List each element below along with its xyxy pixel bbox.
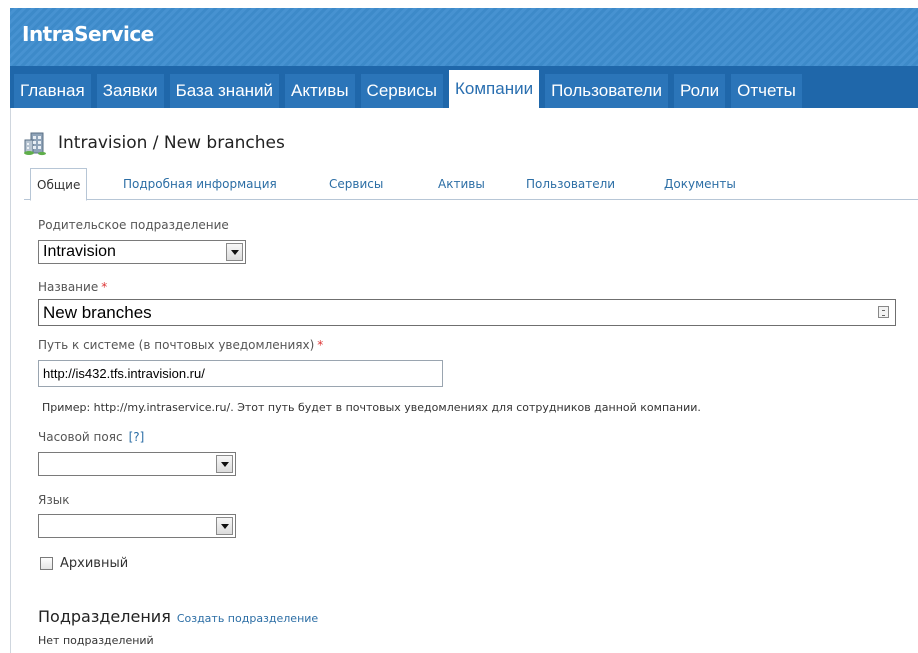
nav-tab-companies[interactable]: Компании: [448, 70, 540, 108]
timezone-label-row: Часовой пояс [?]: [38, 430, 144, 444]
language-select[interactable]: [38, 514, 236, 538]
main-nav: Главная Заявки База знаний Активы Сервис…: [10, 66, 918, 108]
building-icon: [24, 132, 46, 156]
required-mark: *: [101, 280, 108, 294]
archived-label[interactable]: Архивный: [60, 556, 128, 571]
subtab-details[interactable]: Подробная информация: [123, 168, 277, 200]
subdivisions-empty: Нет подразделений: [38, 634, 154, 647]
path-input[interactable]: http://is432.tfs.intravision.ru/: [38, 360, 443, 387]
timezone-label: Часовой пояс: [38, 430, 123, 444]
parent-select[interactable]: Intravision: [38, 240, 246, 264]
app-title[interactable]: IntraService: [22, 22, 154, 46]
nav-tab-assets[interactable]: Активы: [285, 74, 355, 108]
nav-tab-roles[interactable]: Роли: [674, 74, 726, 108]
parent-select-value: Intravision: [43, 243, 116, 260]
path-label: Путь к системе (в почтовых уведомлениях): [38, 338, 315, 352]
name-label-row: Название *: [38, 280, 107, 294]
chevron-down-icon[interactable]: [216, 517, 233, 535]
content-border: [10, 108, 11, 653]
nav-tab-home[interactable]: Главная: [14, 74, 91, 108]
nav-tab-requests[interactable]: Заявки: [96, 74, 164, 108]
nav-tab-users[interactable]: Пользователи: [545, 74, 669, 108]
name-input[interactable]: New branches: [38, 299, 896, 326]
name-label: Название: [38, 280, 99, 294]
chevron-down-icon[interactable]: [226, 243, 243, 261]
archived-checkbox[interactable]: [40, 557, 53, 570]
nav-tab-knowledge-base[interactable]: База знаний: [169, 74, 280, 108]
page-header: Intravision / New branches: [22, 130, 285, 156]
chevron-down-icon[interactable]: [216, 455, 233, 473]
subtab-assets[interactable]: Активы: [438, 168, 485, 200]
required-mark: *: [317, 338, 324, 352]
path-hint: Пример: http://my.intraservice.ru/. Этот…: [42, 401, 701, 414]
subtab-services[interactable]: Сервисы: [329, 168, 383, 200]
subtab-general[interactable]: Общие: [30, 168, 88, 201]
parent-label: Родительское подразделение: [38, 218, 229, 232]
create-subdivision-link[interactable]: Создать подразделение: [177, 612, 318, 625]
subtabs-bar: Общие Подробная информация Сервисы Актив…: [24, 168, 918, 201]
app-header: IntraService: [10, 8, 918, 66]
name-input-value: New branches: [43, 302, 152, 322]
path-input-value: http://is432.tfs.intravision.ru/: [43, 366, 205, 381]
nav-tab-reports[interactable]: Отчеты: [731, 74, 802, 108]
subtab-users[interactable]: Пользователи: [526, 168, 615, 200]
page-title: Intravision / New branches: [58, 133, 285, 153]
path-label-row: Путь к системе (в почтовых уведомлениях)…: [38, 338, 323, 352]
subdivisions-header: Подразделения Создать подразделение: [38, 607, 318, 626]
subtab-documents[interactable]: Документы: [664, 168, 736, 200]
timezone-select[interactable]: [38, 452, 236, 476]
field-tool-icon[interactable]: [878, 306, 889, 318]
language-label: Язык: [38, 493, 70, 507]
nav-tab-services[interactable]: Сервисы: [360, 74, 443, 108]
subdivisions-heading: Подразделения: [38, 607, 171, 626]
archived-row: Архивный: [40, 556, 128, 571]
timezone-help-link[interactable]: [?]: [129, 430, 145, 444]
